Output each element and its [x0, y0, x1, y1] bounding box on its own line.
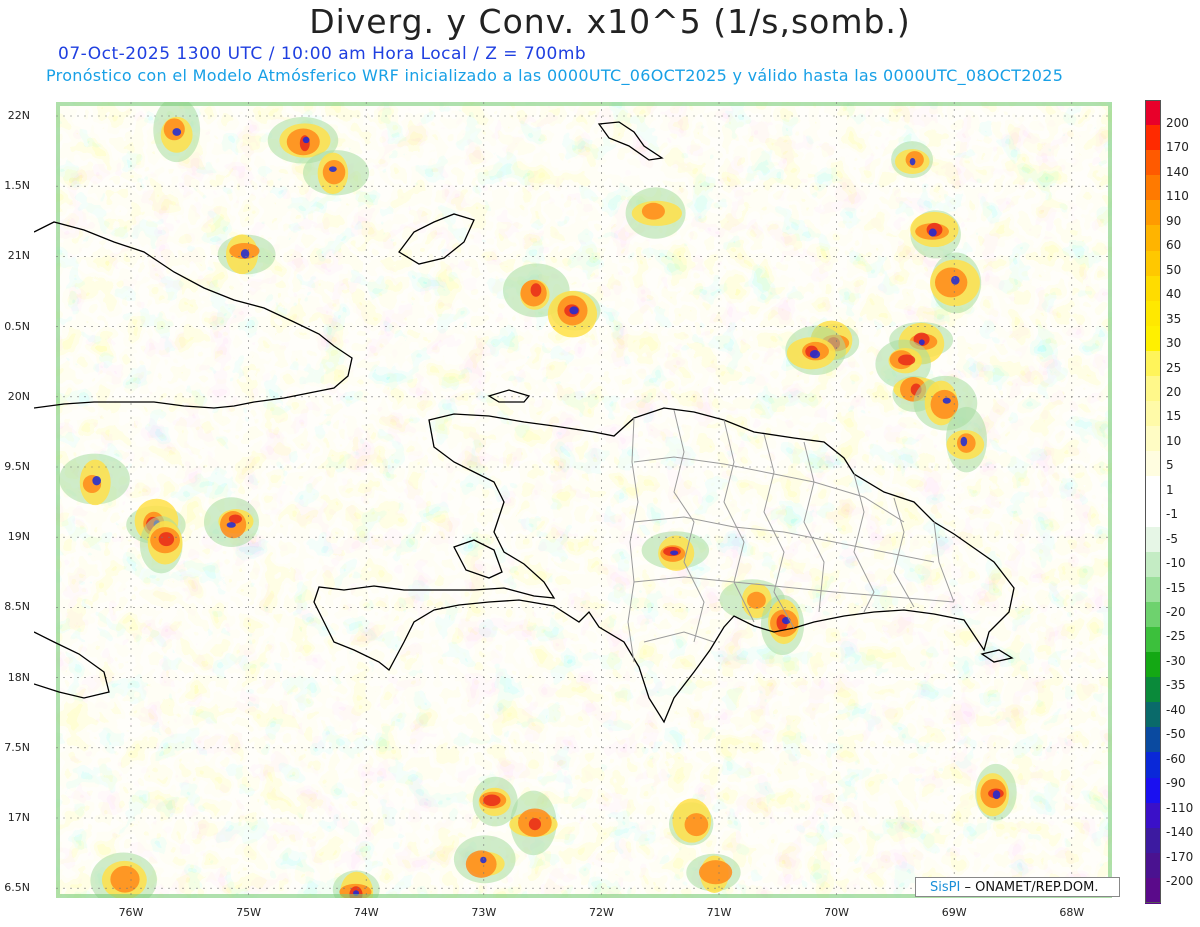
colorbar-label: -60 — [1166, 751, 1186, 766]
cell — [891, 141, 934, 179]
lon-label: 69W — [941, 906, 967, 919]
colorbar-label: -15 — [1166, 580, 1186, 595]
lat-label: 18N — [7, 670, 30, 684]
colorbar-label: -35 — [1166, 678, 1186, 693]
lon-label: 76W — [118, 906, 144, 919]
colorbar-label: 140 — [1166, 164, 1189, 179]
lat-label: 19N — [7, 530, 30, 544]
colorbar-label: -140 — [1166, 825, 1194, 840]
lat-label: 6.5N — [4, 881, 30, 895]
colorbar-label: 110 — [1166, 189, 1189, 204]
colorbar-label: -200 — [1166, 873, 1194, 888]
colorbar-label: 170 — [1166, 140, 1189, 155]
lon-label: 71W — [706, 906, 732, 919]
credit-text: – ONAMET/REP.DOM. — [964, 880, 1099, 895]
cell — [217, 234, 276, 275]
lon-label: 75W — [236, 906, 262, 919]
colorbar — [1145, 100, 1161, 904]
colorbar-label: 10 — [1166, 433, 1182, 448]
colorbar-label: 5 — [1166, 458, 1174, 473]
colorbar-label: -30 — [1166, 653, 1186, 668]
lon-label: 70W — [824, 906, 850, 919]
colorbar-label: -5 — [1166, 531, 1178, 546]
lon-label: 74W — [353, 906, 379, 919]
cell — [302, 150, 370, 196]
lat-label: 22N — [7, 109, 30, 122]
colorbar-label: -40 — [1166, 702, 1186, 717]
colorbar-label: -25 — [1166, 629, 1186, 644]
lat-label: 8.5N — [4, 600, 30, 614]
cell — [910, 210, 961, 259]
cell — [945, 406, 988, 473]
lat-label: 21N — [7, 249, 30, 263]
colorbar-label: 25 — [1166, 360, 1182, 375]
subtitle-model: Pronóstico con el Modelo Atmósferico WRF… — [46, 66, 1064, 85]
lon-label: 72W — [588, 906, 614, 919]
subtitle-date: 07-Oct-2025 1300 UTC / 10:00 am Hora Loc… — [58, 44, 587, 64]
lon-label: 68W — [1059, 906, 1085, 919]
colorbar-label: -110 — [1166, 800, 1194, 815]
colorbar-label: -170 — [1166, 849, 1194, 864]
colorbar-label: 20 — [1166, 384, 1182, 399]
chart-title: Diverg. y Conv. x10^5 (1/s,somb.) — [309, 2, 911, 41]
cell — [975, 763, 1017, 821]
cell — [760, 594, 805, 656]
cell — [625, 187, 686, 239]
lat-label: 20N — [7, 389, 30, 403]
colorbar-label: 1 — [1166, 482, 1174, 497]
colorbar-label: 60 — [1166, 238, 1182, 253]
colorbar-label: -1 — [1166, 507, 1178, 522]
lat-label: 9.5N — [4, 460, 30, 473]
colorbar-label: -50 — [1166, 727, 1186, 742]
colorbar-label: -90 — [1166, 776, 1186, 791]
lat-label: 1.5N — [4, 179, 30, 193]
lat-label: 0.5N — [4, 319, 30, 333]
credit-box: SisPI – ONAMET/REP.DOM. — [915, 877, 1120, 897]
colorbar-label: 90 — [1166, 213, 1182, 228]
cell — [139, 516, 183, 574]
colorbar-label: 35 — [1166, 311, 1182, 326]
colorbar-frame — [1145, 100, 1161, 903]
lon-label: 73W — [471, 906, 497, 919]
lat-label: 17N — [7, 811, 30, 824]
colorbar-label: 30 — [1166, 336, 1182, 351]
colorbar-label: 50 — [1166, 262, 1182, 277]
colorbar-label: 15 — [1166, 409, 1182, 424]
lat-label: 7.5N — [4, 740, 30, 754]
colorbar-label: 40 — [1166, 287, 1182, 302]
colorbar-label: 200 — [1166, 116, 1189, 130]
cell — [453, 835, 516, 884]
colorbar-label: -20 — [1166, 605, 1186, 619]
cell — [203, 497, 259, 547]
sispi-logo: SisPI — [930, 880, 961, 895]
colorbar-label: -10 — [1166, 556, 1186, 571]
map-field — [34, 102, 1112, 898]
